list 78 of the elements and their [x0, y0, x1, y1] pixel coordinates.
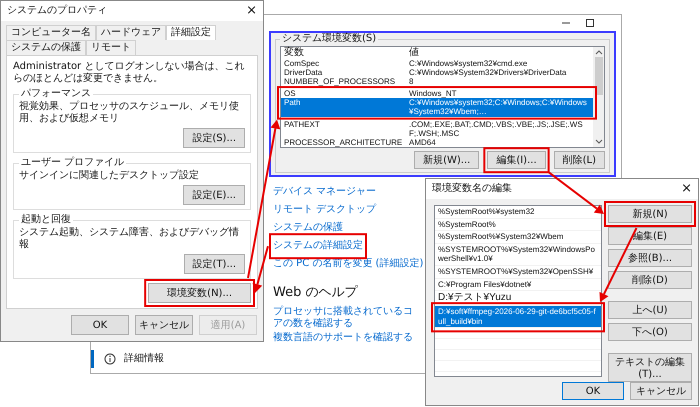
list-item[interactable]: D:¥soft¥ffmpeg-2026-06-29-git-de6bcf5c05-full_build¥bin [435, 306, 601, 328]
tab[interactable]: ハードウェア [96, 25, 166, 40]
tab[interactable]: リモート [86, 40, 136, 55]
dialog-button[interactable]: 上へ(U) [608, 301, 692, 319]
environment-variables-button[interactable]: 環境変数(N)... [148, 283, 251, 303]
table-cell-text: C:¥Windows¥System32¥Drivers¥DriverData [409, 68, 568, 77]
dialog-button[interactable]: 参照(B)... [608, 249, 692, 267]
table-cell-text: AMD64 [409, 138, 437, 148]
table-cell-text: DriverData [284, 68, 324, 77]
close-button[interactable]: × [681, 181, 692, 197]
variable-row[interactable]: OS Windows_NT [281, 89, 593, 98]
list-item[interactable]: %SYSTEMROOT%¥System32¥WindowsPowerShell¥v1.0¥ [435, 244, 601, 266]
column-header[interactable]: 変数 [284, 47, 409, 58]
group-title: システム環境変数(S) [281, 33, 378, 45]
dialog-button[interactable]: 削除(D) [608, 271, 692, 289]
table-cell-text: C:¥Windows¥system32¥cmd.exe [409, 58, 528, 68]
arrow [548, 171, 604, 214]
settings-link[interactable]: リモート デスクトップ [273, 201, 376, 220]
nav-item[interactable]: 詳細情報 [91, 350, 263, 368]
settings-link[interactable]: システムの保護 [273, 219, 343, 238]
help-link[interactable]: プロセッサに搭載されているコアの数を確認する [273, 304, 421, 331]
variable-row[interactable]: PROCESSOR_ARCHITECTURE AMD64 [281, 138, 593, 148]
dialog-button[interactable]: テキストの編集(T)... [608, 353, 692, 382]
scroll-up-icon [594, 49, 602, 55]
dialog-button[interactable]: OK [562, 382, 624, 400]
window-title: 環境変数名の編集 [432, 183, 512, 195]
help-link[interactable]: 複数言語のサポートを確認する [273, 330, 413, 345]
dialog-button[interactable]: 下へ(O) [608, 323, 692, 341]
variable-row[interactable]: NUMBER_OF_PROCESSORS 8 [281, 76, 593, 86]
table-cell-text: C:¥Windows¥system32;C:¥Windows;C:¥Windows¥System32¥Wbem;… [409, 98, 588, 117]
list-item[interactable]: %SystemRoot%¥System32¥Wbem [435, 231, 601, 244]
info-text: Administrator としてログオンしない場合は、これらのほとんどは変更できません。 [13, 61, 246, 85]
table-cell-text: OS [284, 89, 297, 98]
window-title: システムのプロパティ [7, 5, 107, 17]
dialog-button[interactable]: 編集(I)... [487, 151, 546, 170]
variable-row[interactable]: Path C:¥Windows¥system32;C:¥Windows;C:¥Windows¥System32¥Wbem;… [281, 98, 593, 117]
dialog-button[interactable]: キャンセル [630, 382, 692, 400]
dialog-button[interactable]: OK [71, 315, 129, 335]
settings-link[interactable]: システムの詳細設定 [273, 237, 363, 256]
table-cell-text: PATHEXT [284, 120, 321, 131]
group-description: 視覚効果、プロセッサのスケジュール、メモリ使用、および仮想メモリ [19, 101, 240, 125]
dialog-button[interactable]: 新規(W)... [414, 151, 480, 170]
settings-button[interactable]: 設定(T)... [184, 254, 245, 274]
table-cell-text: .COM;.EXE;.BAT;.CMD;.VBS;.VBE;.JS;.JSE;.WSF;.WSH;.MSC [409, 120, 584, 138]
info-icon [104, 353, 116, 365]
table-cell-text: NUMBER_OF_PROCESSORS [284, 76, 396, 86]
list-item[interactable]: C:¥Program Files¥dotnet¥ [435, 278, 601, 292]
scrollbar[interactable] [593, 47, 604, 148]
group-title: 起動と回復 [20, 214, 72, 226]
list-item[interactable]: %SystemRoot% [435, 218, 601, 232]
table-cell-text: Path [284, 98, 302, 110]
tab[interactable]: システムの保護 [6, 40, 86, 55]
group-description: サインインに関連したデスクトップ設定 [19, 170, 200, 182]
table-cell-text: Windows_NT [409, 89, 458, 98]
section-heading: Web のヘルプ [273, 285, 358, 301]
table-cell-text: 8 [409, 76, 414, 86]
dialog-button[interactable]: 削除(L) [554, 151, 605, 170]
close-button[interactable]: × [246, 3, 257, 19]
variable-row[interactable]: ComSpec C:¥Windows¥system32¥cmd.exe [281, 58, 593, 68]
group-title: パフォーマンス [20, 88, 92, 100]
group-title: ユーザー プロファイル [20, 157, 126, 169]
scroll-down-icon [594, 139, 602, 146]
variable-row[interactable]: DriverData C:¥Windows¥System32¥Drivers¥DriverData [281, 68, 593, 77]
tab[interactable]: コンピューター名 [6, 25, 96, 40]
highlight-frame [483, 147, 550, 174]
table-cell-text: PROCESSOR_ARCHITECTURE [284, 138, 404, 148]
settings-link[interactable]: デバイス マネージャー [273, 183, 376, 202]
column-header[interactable]: 値 [409, 47, 590, 58]
dialog-button[interactable]: キャンセル [135, 315, 193, 335]
settings-button[interactable]: 設定(E)... [183, 185, 245, 205]
group-description: システム起動、システム障害、およびデバッグ情報 [19, 227, 240, 251]
list-item[interactable]: %SYSTEMROOT%¥System32¥OpenSSH¥ [435, 266, 601, 279]
variable-row[interactable]: PATHEXT .COM;.EXE;.BAT;.CMD;.VBS;.VBE;.JS;.JSE;.WSF;.WSH;.MSC [281, 120, 593, 138]
dialog-button[interactable]: 新規(N) [608, 205, 692, 223]
maximize-icon[interactable] [585, 18, 595, 28]
table-cell-text: ComSpec [284, 58, 320, 68]
settings-button[interactable]: 設定(S)... [183, 128, 245, 148]
tab[interactable]: 詳細設定 [166, 25, 216, 40]
